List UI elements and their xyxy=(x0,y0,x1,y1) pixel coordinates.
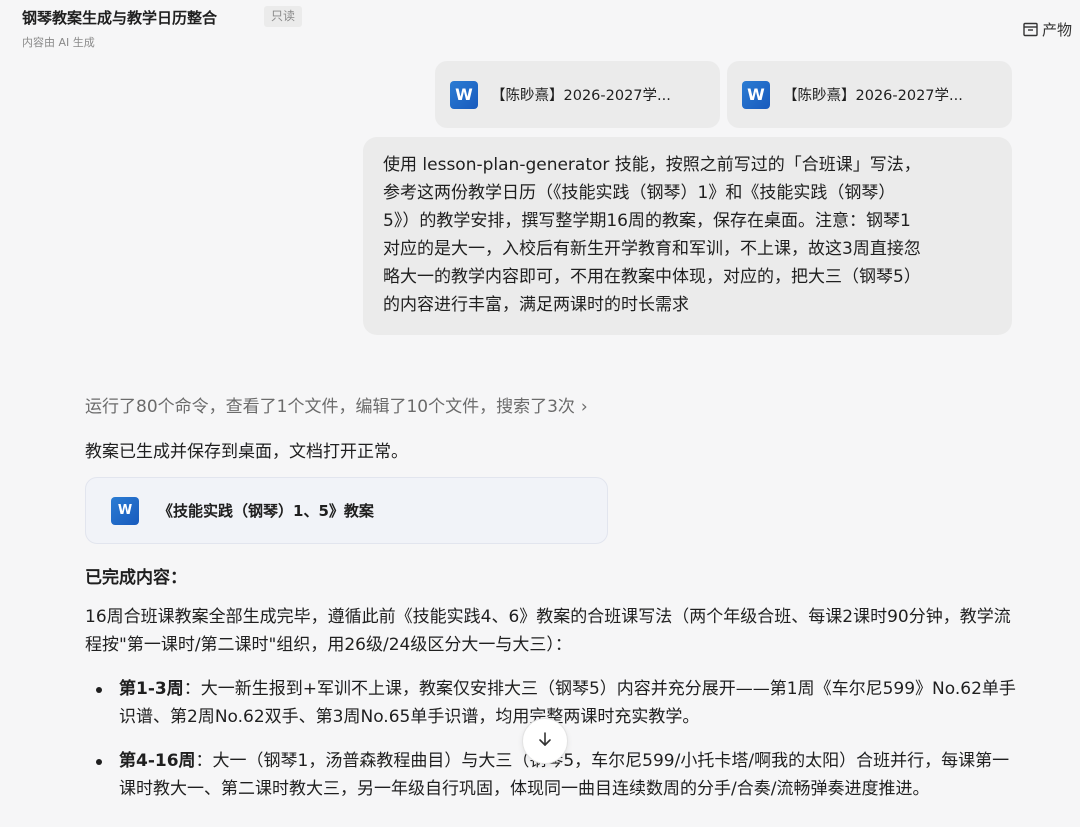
chat-viewport: 钢琴教案生成与教学日历整合 只读 内容由 AI 生成 产物 W 【陈眇熹】202… xyxy=(0,0,1080,812)
section-heading: 已完成内容： xyxy=(85,568,187,588)
list-item-label: 第1-3周 xyxy=(119,679,184,699)
word-icon: W xyxy=(450,80,478,109)
assistant-status-text: 教案已生成并保存到桌面，文档打开正常。 xyxy=(85,442,408,462)
summary-text: 16周合班课教案全部生成完毕，遵循此前《技能实践4、6》教案的合班课写法（两个年… xyxy=(85,607,1011,655)
readonly-badge: 只读 xyxy=(264,6,303,27)
user-message-bubble: 使用 lesson-plan-generator 技能，按照之前写过的「合班课」… xyxy=(363,137,1012,335)
attachment-card[interactable]: W 【陈眇熹】2026-2027学... xyxy=(435,61,720,128)
attachment-filename: 【陈眇熹】2026-2027学... xyxy=(783,88,963,104)
ai-generated-note: 内容由 AI 生成 xyxy=(22,36,95,49)
list-item-label: 第4-16周 xyxy=(119,751,196,771)
generated-document-card[interactable]: W 《技能实践（钢琴）1、5》教案 xyxy=(85,477,608,544)
bullet-dot xyxy=(96,687,102,693)
artifacts-label: 产物 xyxy=(1041,21,1072,39)
scroll-to-bottom-button[interactable] xyxy=(522,718,568,764)
generated-document-name: 《技能实践（钢琴）1、5》教案 xyxy=(158,502,374,520)
attachment-card[interactable]: W 【陈眇熹】2026-2027学... xyxy=(727,61,1012,128)
list-item-text: ：大一（钢琴1，汤普森教程曲目）与大三（钢琴5，车尔尼599/小托卡塔/啊我的太… xyxy=(119,751,1010,799)
chevron-right-icon: › xyxy=(580,397,588,417)
artifacts-button[interactable]: 产物 xyxy=(1022,19,1072,40)
activity-summary-toggle[interactable]: 运行了80个命令，查看了1个文件，编辑了10个文件，搜索了3次 › xyxy=(85,392,588,417)
user-message-text: 使用 lesson-plan-generator 技能，按照之前写过的「合班课」… xyxy=(383,155,921,315)
artifacts-icon xyxy=(1022,21,1039,38)
conversation-title: 钢琴教案生成与教学日历整合 xyxy=(22,9,218,27)
attachment-filename: 【陈眇熹】2026-2027学... xyxy=(491,88,671,104)
bottom-fade xyxy=(0,812,1080,827)
activity-summary-text: 运行了80个命令，查看了1个文件，编辑了10个文件，搜索了3次 xyxy=(85,397,575,417)
word-icon: W xyxy=(111,496,139,525)
list-item-text: ：大一新生报到+军训不上课，教案仅安排大三（钢琴5）内容并充分展开——第1周《车… xyxy=(119,679,1016,727)
arrow-down-icon xyxy=(536,730,554,752)
summary-paragraph: 16周合班课教案全部生成完毕，遵循此前《技能实践4、6》教案的合班课写法（两个年… xyxy=(85,603,1015,659)
word-icon: W xyxy=(742,80,770,109)
bullet-dot xyxy=(96,759,102,765)
